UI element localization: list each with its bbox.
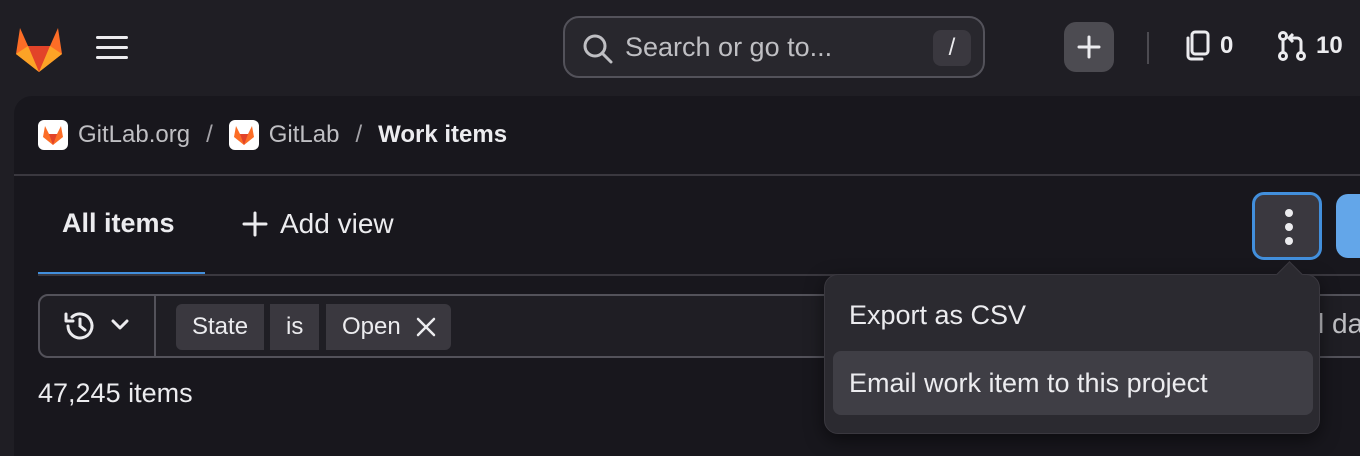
actions-dropdown-menu: Export as CSV Email work item to this pr… [824, 261, 1320, 434]
project-avatar [228, 120, 259, 150]
search-bar[interactable]: Search or go to... / [563, 16, 985, 78]
breadcrumb: GitLab.org / GitLab / Work items [38, 120, 507, 150]
divider [14, 174, 1360, 176]
vertical-ellipsis-icon [1285, 209, 1293, 251]
create-new-button[interactable] [1064, 22, 1114, 72]
chevron-down-icon [111, 319, 129, 330]
search-icon [583, 34, 613, 64]
result-count: 47,245 items [38, 378, 193, 408]
breadcrumb-item-gitlab-org[interactable]: GitLab.org [78, 121, 190, 149]
gitlab-logo-icon[interactable] [12, 22, 66, 74]
plus-icon [242, 211, 268, 237]
issues-count: 0 [1220, 32, 1234, 59]
more-actions-button[interactable] [1252, 192, 1322, 260]
breadcrumb-item-gitlab[interactable]: GitLab [269, 121, 340, 149]
issues-icon [1186, 30, 1210, 61]
search-shortcut-badge: / [933, 30, 971, 66]
divider [1147, 32, 1149, 64]
merge-requests-count: 10 [1316, 32, 1343, 59]
filter-token-value-label: Open [342, 313, 401, 340]
close-icon[interactable] [415, 316, 437, 338]
hamburger-menu-icon[interactable] [94, 36, 130, 62]
top-bar: Search or go to... / 0 10 [0, 0, 1360, 96]
tab-all-items[interactable]: All items [62, 208, 175, 239]
plus-icon [1077, 35, 1101, 59]
search-placeholder: Search or go to... [625, 32, 833, 62]
gitlab-logo-icon [43, 126, 63, 145]
recent-searches-button[interactable] [40, 296, 156, 356]
history-icon [64, 312, 94, 340]
add-view-button[interactable]: Add view [242, 208, 394, 240]
merge-request-icon [1278, 31, 1306, 61]
add-view-label: Add view [280, 208, 394, 239]
filter-token-operator[interactable]: is [270, 304, 320, 350]
menu-item-email-work-item[interactable]: Email work item to this project [833, 351, 1313, 415]
merge-requests-counter[interactable]: 10 [1276, 30, 1343, 62]
group-avatar [38, 120, 68, 150]
breadcrumb-separator: / [206, 121, 213, 148]
breadcrumb-separator: / [355, 121, 363, 148]
primary-action-button[interactable] [1336, 194, 1360, 258]
issues-counter[interactable]: 0 [1184, 30, 1233, 62]
gitlab-logo-icon [233, 126, 254, 145]
breadcrumb-current: Work items [378, 121, 508, 148]
filter-token-field[interactable]: State [176, 304, 265, 350]
sort-control-partial[interactable]: l da [1318, 308, 1360, 340]
menu-item-export-csv[interactable]: Export as CSV [833, 283, 1313, 347]
filter-token-value[interactable]: Open [326, 304, 451, 350]
